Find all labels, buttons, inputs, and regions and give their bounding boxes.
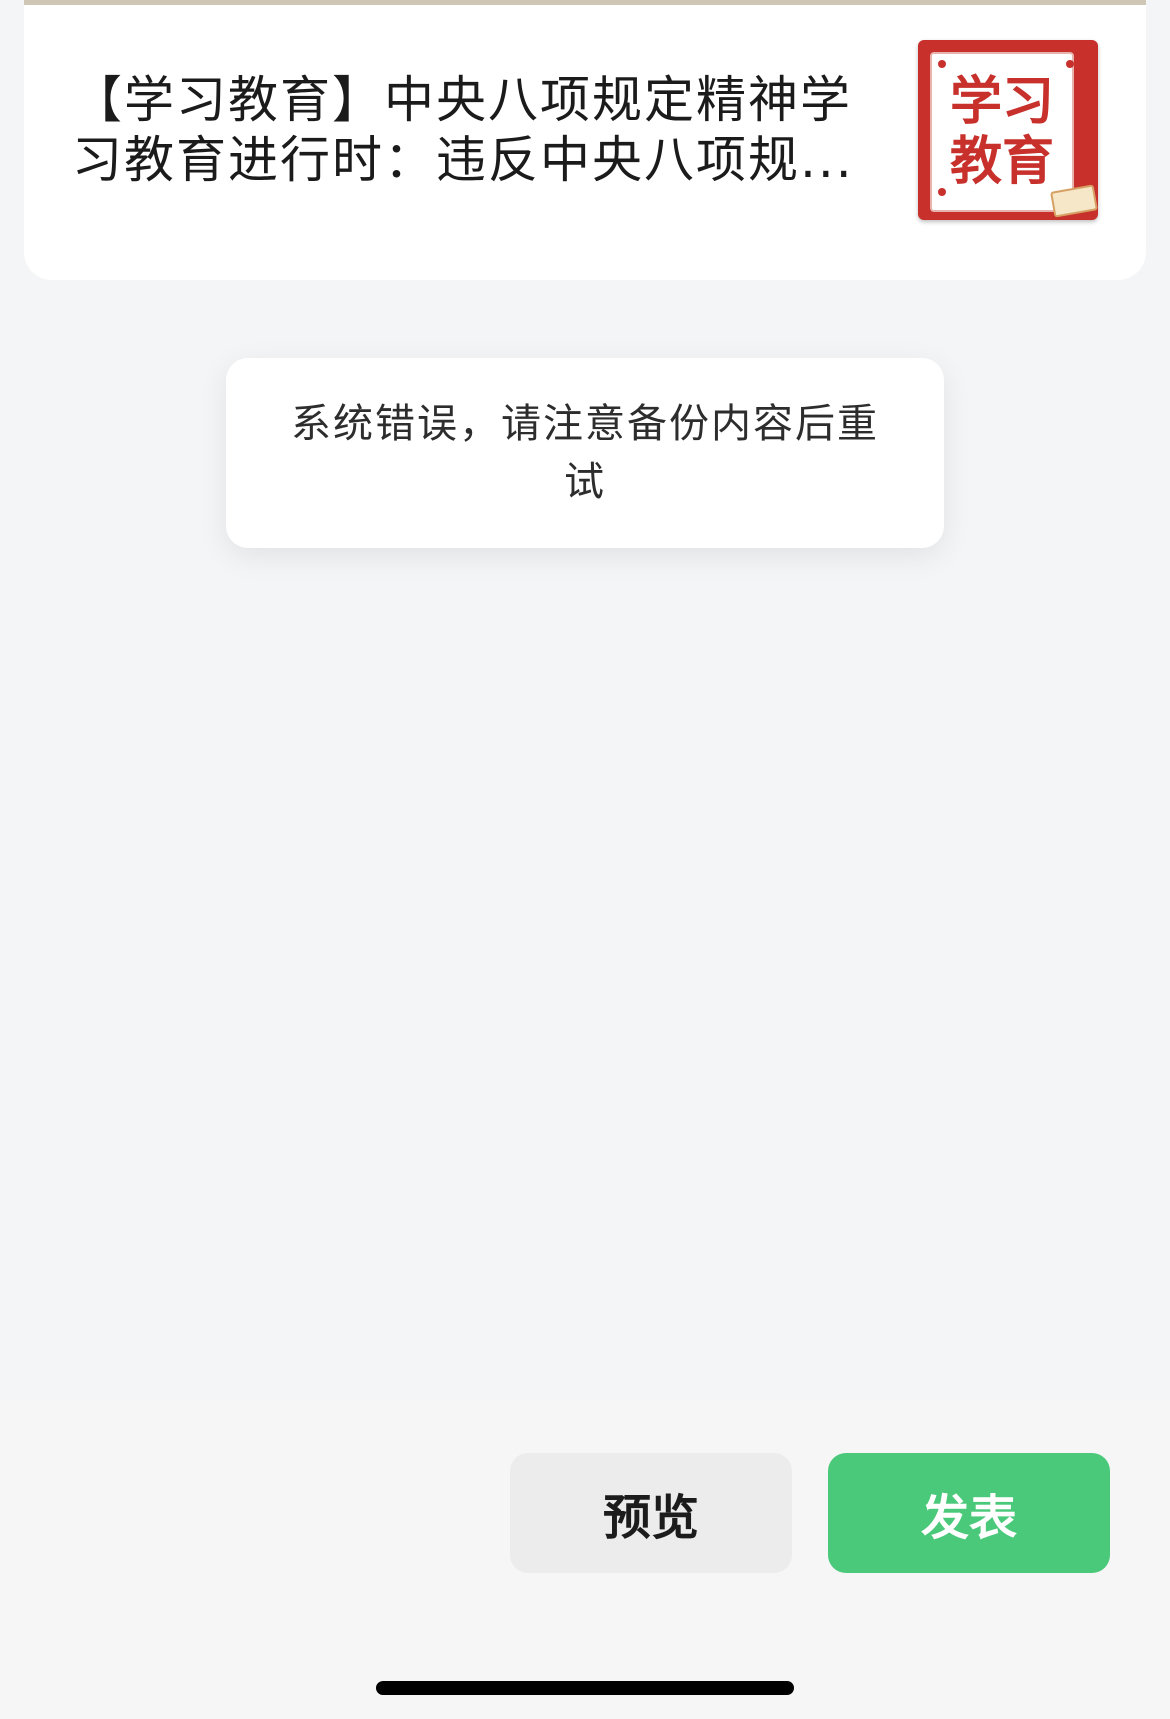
article-title: 【学习教育】中央八项规定精神学习教育进行时：违反中央八项规... xyxy=(72,71,854,189)
study-education-cover-icon: 学习 教育 xyxy=(918,40,1098,220)
error-toast: 系统错误，请注意备份内容后重试 xyxy=(226,358,944,548)
pin-icon xyxy=(938,60,946,68)
error-toast-message: 系统错误，请注意备份内容后重试 xyxy=(291,401,879,505)
thumbnail-paper: 学习 教育 xyxy=(930,52,1074,212)
pin-icon xyxy=(938,188,946,196)
thumbnail-line-1: 学习 xyxy=(949,72,1054,132)
preview-button[interactable]: 预览 xyxy=(510,1453,792,1573)
home-indicator[interactable] xyxy=(376,1681,794,1695)
publish-button[interactable]: 发表 xyxy=(828,1453,1110,1573)
thumbnail-line-2: 教育 xyxy=(949,132,1054,192)
article-cover-strip xyxy=(24,0,1146,5)
pin-icon xyxy=(1066,60,1074,68)
